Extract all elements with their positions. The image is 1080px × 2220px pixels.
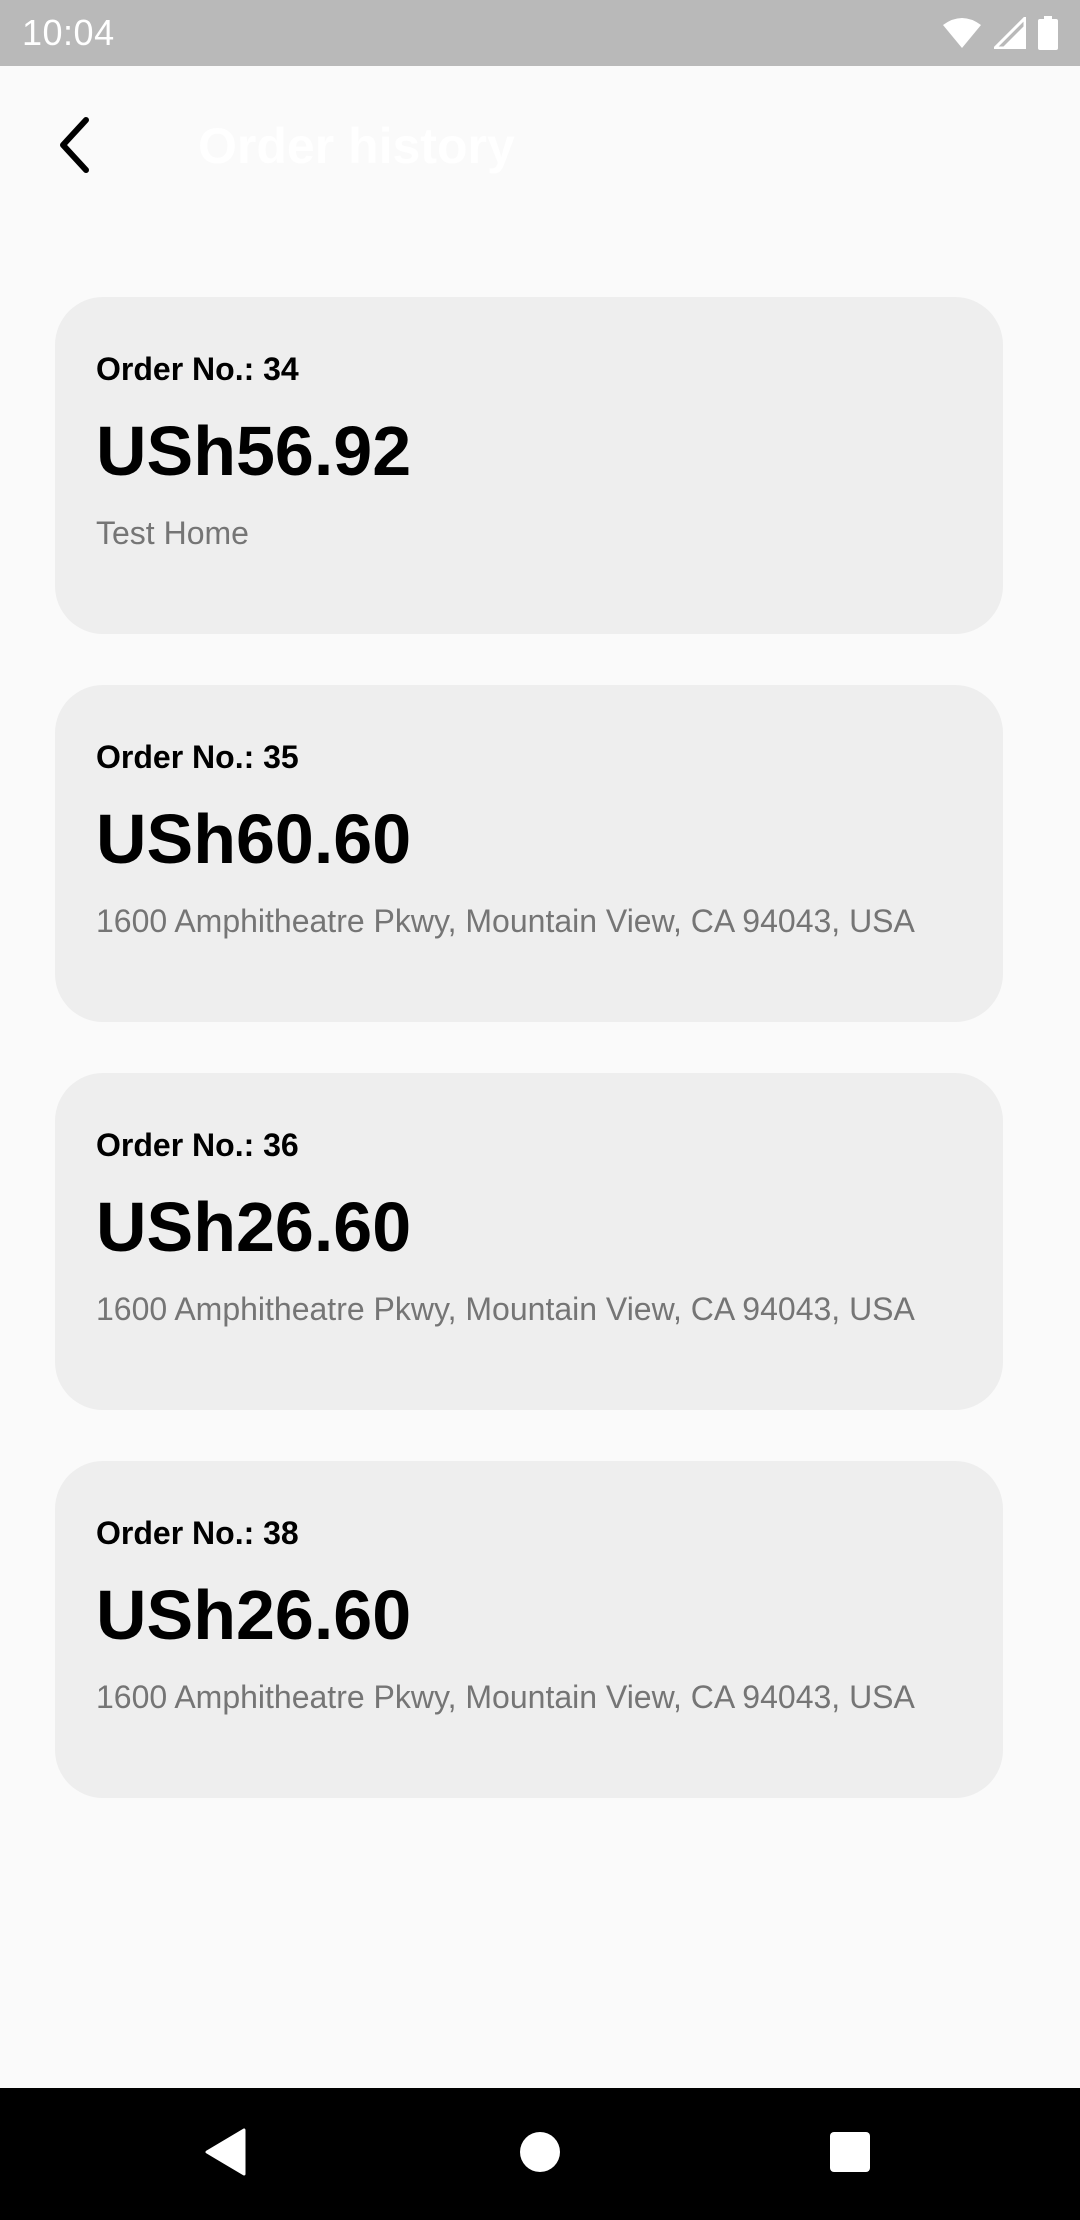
arrow-back-icon: [52, 115, 100, 180]
order-address: Test Home: [96, 515, 249, 551]
order-card[interactable]: Order No.: 34 USh56.92 Test Home: [55, 297, 1003, 634]
order-amount: USh26.60: [96, 1576, 412, 1654]
nav-back-icon: [204, 2128, 248, 2181]
status-time: 10:04: [22, 12, 115, 53]
order-card[interactable]: Order No.: 35 USh60.60 1600 Amphitheatre…: [55, 685, 1003, 1022]
order-card[interactable]: Order No.: 36 USh26.60 1600 Amphitheatre…: [55, 1073, 1003, 1410]
order-number: Order No.: 38: [96, 1515, 299, 1551]
orders-list: Order No.: 34 USh56.92 Test Home Order N…: [55, 297, 1003, 1849]
nav-home-button[interactable]: [474, 2088, 606, 2220]
order-address: 1600 Amphitheatre Pkwy, Mountain View, C…: [96, 1291, 915, 1327]
order-address: 1600 Amphitheatre Pkwy, Mountain View, C…: [96, 1679, 915, 1715]
nav-back-button[interactable]: [160, 2088, 292, 2220]
order-number: Order No.: 36: [96, 1127, 299, 1163]
order-card[interactable]: Order No.: 38 USh26.60 1600 Amphitheatre…: [55, 1461, 1003, 1798]
cellular-signal-icon: [994, 17, 1026, 49]
page-title: Order history: [198, 118, 515, 174]
order-address: 1600 Amphitheatre Pkwy, Mountain View, C…: [96, 903, 915, 939]
system-nav-bar: [0, 2088, 1080, 2220]
nav-home-icon: [519, 2131, 561, 2178]
order-amount: USh60.60: [96, 800, 412, 878]
status-bar: 10:04: [0, 0, 1080, 66]
battery-icon: [1038, 16, 1058, 50]
app-bar: Order history: [0, 66, 1080, 222]
order-amount: USh26.60: [96, 1188, 412, 1266]
order-number: Order No.: 34: [96, 351, 299, 387]
wifi-icon: [942, 17, 982, 49]
order-number: Order No.: 35: [96, 739, 299, 775]
status-icons: [942, 16, 1058, 50]
nav-recents-icon: [829, 2131, 871, 2178]
nav-recents-button[interactable]: [784, 2088, 916, 2220]
back-button[interactable]: [36, 107, 116, 187]
order-amount: USh56.92: [96, 412, 412, 490]
